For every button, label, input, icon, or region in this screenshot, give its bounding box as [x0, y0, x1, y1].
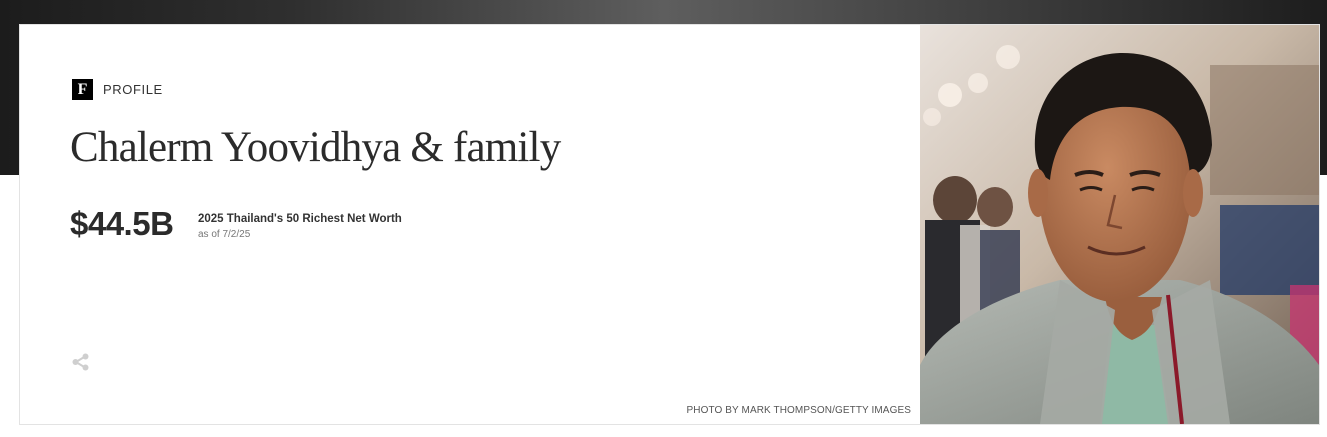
net-worth-value: $44.5B — [70, 205, 174, 242]
net-worth-source: 2025 Thailand's 50 Richest Net Worth as … — [198, 212, 402, 241]
profile-card: F PROFILE Chalerm Yoovidhya & family $44… — [20, 25, 1319, 424]
profile-info-panel: F PROFILE Chalerm Yoovidhya & family $44… — [20, 25, 920, 424]
as-of-date: as of 7/2/25 — [198, 229, 251, 240]
photo-credit: PHOTO BY MARK THOMPSON/GETTY IMAGES — [686, 405, 911, 416]
section-label: PROFILE — [103, 82, 163, 97]
share-icon[interactable] — [71, 352, 91, 372]
section-header: F PROFILE — [72, 79, 163, 100]
profile-name-title: Chalerm Yoovidhya & family — [70, 124, 561, 171]
profile-photo — [920, 25, 1319, 424]
forbes-logo-icon[interactable]: F — [72, 79, 93, 100]
list-name[interactable]: 2025 Thailand's 50 Richest Net Worth — [198, 212, 402, 226]
